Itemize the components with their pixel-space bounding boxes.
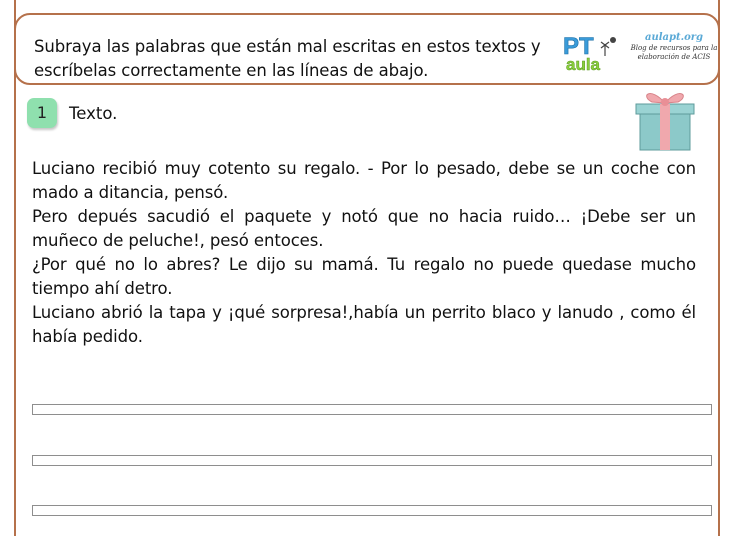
section-number-badge: 1 [27,98,57,128]
logo-caption: aulapt.org Blog de recursos para la elab… [628,32,720,62]
logo-site: aulapt.org [644,32,704,43]
logo-tagline: Blog de recursos para la elaboración de … [630,44,718,61]
answer-line-2[interactable] [32,455,712,466]
story-paragraph: Luciano abrió la tapa y ¡qué sorpresa!,h… [32,303,696,346]
pt-aula-logo: PT aula [563,33,616,72]
story-paragraph: ¿Por qué no lo abres? Le dijo su mamá. T… [32,255,696,298]
story-paragraph: Luciano recibió muy cotento su regalo. -… [32,159,696,202]
answer-line-3[interactable] [32,505,712,516]
story-text: Luciano recibió muy cotento su regalo. -… [32,157,696,349]
section-title: Texto. [69,104,118,123]
gift-icon [635,93,695,151]
worksheet-header: Subraya las palabras que están mal escri… [14,13,720,85]
answer-line-1[interactable] [32,404,712,415]
story-paragraph: Pero depués sacudió el paquete y notó qu… [32,207,696,250]
logo-aula-word: aula [566,55,601,72]
instruction-text: Subraya las palabras que están mal escri… [34,37,541,80]
